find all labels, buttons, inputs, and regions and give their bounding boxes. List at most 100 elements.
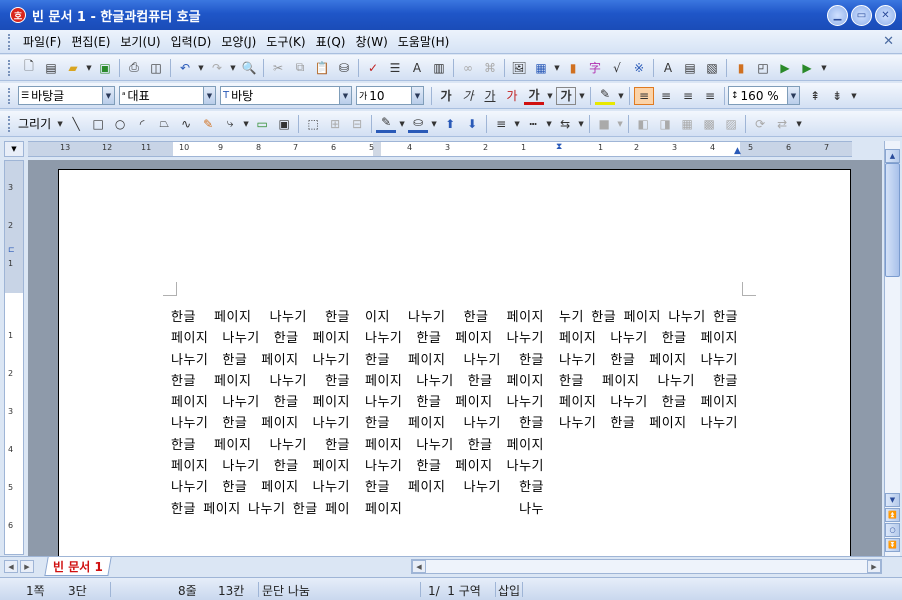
insert-chart-icon[interactable]: ▮	[563, 59, 583, 77]
save-icon[interactable]: ▣	[95, 59, 115, 77]
underline-button[interactable]: 가	[480, 87, 500, 105]
dropdown-arrow-icon[interactable]: ▼	[85, 59, 93, 77]
dropdown-arrow-icon[interactable]: ▼	[513, 115, 521, 133]
font-size-combo[interactable]: 가 10 ▼	[356, 86, 424, 105]
new-doc-icon[interactable]: 🗋	[19, 59, 39, 77]
rotate-icon[interactable]: ⟳	[750, 115, 770, 133]
copy-icon[interactable]: ⧉	[290, 59, 310, 77]
maximize-button[interactable]: ▭	[851, 5, 872, 26]
chevron-down-icon[interactable]: ▼	[411, 87, 423, 104]
align-center-icon[interactable]: ≡	[678, 87, 698, 105]
menu-edit[interactable]: 편집(E)	[66, 33, 115, 50]
format-painter-icon[interactable]: ⛁	[334, 59, 354, 77]
char-shape-icon[interactable]: A	[407, 59, 427, 77]
horizontal-ruler[interactable]: 13 12 11 10 9 8 7 6 5 4 3 2 1 1 2 3 4 5 …	[28, 141, 852, 157]
paste-icon[interactable]: 📋	[312, 59, 332, 77]
arc-icon[interactable]: ◜	[132, 115, 152, 133]
polygon-icon[interactable]: ⏢	[154, 115, 174, 133]
align-left-icon[interactable]: ≡	[656, 87, 676, 105]
app-icon[interactable]: 호	[10, 7, 26, 23]
dropdown-arrow-icon[interactable]: ▼	[398, 115, 406, 133]
dropdown-arrow-icon[interactable]: ▼	[197, 59, 205, 77]
preview-icon[interactable]: ◫	[146, 59, 166, 77]
vertical-scrollbar[interactable]: ▲ ▼ ⏫ ○ ⏬	[884, 141, 900, 556]
undo-icon[interactable]: ↶	[175, 59, 195, 77]
presentation-icon[interactable]: ◰	[753, 59, 773, 77]
dropdown-arrow-icon[interactable]: ▼	[229, 59, 237, 77]
document-page[interactable]: 한글 페이지 나누기 한글 페이지 나누기 한글 페이지 나누기 한글 페이지 …	[58, 169, 851, 569]
prev-page-button[interactable]: ⏫	[885, 508, 900, 522]
document-tab[interactable]: 빈 문서 1	[44, 557, 112, 576]
status-insert-mode[interactable]: 삽입	[498, 582, 520, 599]
toolbar-grip[interactable]	[8, 87, 12, 104]
line-dash-icon[interactable]: ┅	[523, 115, 543, 133]
mail-merge-icon[interactable]: ▮	[731, 59, 751, 77]
scroll-left-button[interactable]: ◀	[412, 560, 426, 573]
bold-button[interactable]: 가	[436, 87, 456, 105]
ellipse-icon[interactable]: ○	[110, 115, 130, 133]
close-button[interactable]: ✕	[875, 5, 896, 26]
text-art-icon[interactable]: 字	[585, 59, 605, 77]
strikethrough-button[interactable]: 가	[502, 87, 522, 105]
dropdown-arrow-icon[interactable]: ▼	[578, 87, 586, 105]
menu-view[interactable]: 보기(U)	[115, 33, 165, 50]
select-object-icon[interactable]: ⬚	[303, 115, 323, 133]
textbox-draw-icon[interactable]: ▭	[252, 115, 272, 133]
find-icon[interactable]: 🔍	[239, 59, 259, 77]
group-icon[interactable]: ⊞	[325, 115, 345, 133]
ruler-corner[interactable]: ▼	[4, 141, 24, 157]
indent-marker-icon[interactable]: ⧗	[556, 142, 562, 152]
print-icon[interactable]: ⎙	[124, 59, 144, 77]
object-prop5-icon[interactable]: ▨	[721, 115, 741, 133]
dropdown-arrow-icon[interactable]: ▼	[56, 115, 64, 133]
fill-color-icon[interactable]: ⛀	[408, 115, 429, 133]
increase-spacing-icon[interactable]: ⇞	[805, 87, 825, 105]
dropdown-arrow-icon[interactable]: ▼	[617, 87, 625, 105]
text-column-2[interactable]: 이지 나누기 한글 페이지 나누기 한글 페이지 나누기 한글 페이지 나누기 …	[365, 307, 544, 520]
font-name-combo[interactable]: T 바탕 ▼	[220, 86, 352, 105]
scroll-down-button[interactable]: ▼	[885, 493, 900, 507]
insert-picture-icon[interactable]: 🖼	[509, 59, 529, 77]
toolbar-options-icon[interactable]: ▼	[849, 87, 859, 105]
menu-tools[interactable]: 도구(K)	[261, 33, 310, 50]
horizontal-scrollbar[interactable]: ◀ ▶	[411, 559, 882, 574]
chevron-down-icon[interactable]: ▼	[102, 87, 114, 104]
line-style-icon[interactable]: ≡	[491, 115, 511, 133]
bookmark-icon[interactable]: ⌘	[480, 59, 500, 77]
insert-table-icon[interactable]: ▦	[531, 59, 551, 77]
paragraph-icon[interactable]: ☰	[385, 59, 405, 77]
memo-icon[interactable]: ▤	[680, 59, 700, 77]
dropdown-arrow-icon[interactable]: ▼	[616, 115, 624, 133]
toolbar-options-icon[interactable]: ▼	[819, 59, 829, 77]
style-combo[interactable]: ☰ 바탕글 ▼	[18, 86, 115, 105]
next-page-button[interactable]: ⏬	[885, 538, 900, 552]
dropdown-arrow-icon[interactable]: ▼	[545, 115, 553, 133]
line-color-icon[interactable]: ✎	[376, 115, 397, 133]
formula-icon[interactable]: √	[607, 59, 627, 77]
menu-insert[interactable]: 입력(D)	[166, 33, 217, 50]
font-color-button[interactable]: 가	[524, 87, 544, 105]
line-spacing-combo[interactable]: ↕ 160 % ▼	[728, 86, 800, 105]
rectangle-icon[interactable]: □	[88, 115, 108, 133]
document-workspace[interactable]: 한글 페이지 나누기 한글 페이지 나누기 한글 페이지 나누기 한글 페이지 …	[28, 160, 882, 569]
chevron-down-icon[interactable]: ▼	[203, 87, 215, 104]
connector-icon[interactable]: ⤷	[220, 115, 240, 133]
spell-check-icon[interactable]: ✓	[363, 59, 383, 77]
toolbar-grip[interactable]	[8, 115, 12, 132]
note-icon[interactable]: ▧	[702, 59, 722, 77]
vertical-ruler[interactable]: 3 2 1 1 2 3 4 5 6 ⊏	[4, 160, 24, 555]
shadow-icon[interactable]: ■	[594, 115, 614, 133]
columns-icon[interactable]: ▥	[429, 59, 449, 77]
dropdown-arrow-icon[interactable]: ▼	[242, 115, 250, 133]
menu-file[interactable]: 파일(F)	[18, 33, 66, 50]
macro-play2-icon[interactable]: ▶	[797, 59, 817, 77]
menu-window[interactable]: 창(W)	[350, 33, 392, 50]
arrow-style-icon[interactable]: ⇆	[555, 115, 575, 133]
decrease-spacing-icon[interactable]: ⇟	[827, 87, 847, 105]
redo-icon[interactable]: ↷	[207, 59, 227, 77]
flip-icon[interactable]: ⇄	[772, 115, 792, 133]
object-prop1-icon[interactable]: ◧	[633, 115, 653, 133]
scroll-up-button[interactable]: ▲	[885, 149, 900, 163]
align-right-icon[interactable]: ≡	[700, 87, 720, 105]
scroll-right-button[interactable]: ▶	[867, 560, 881, 573]
